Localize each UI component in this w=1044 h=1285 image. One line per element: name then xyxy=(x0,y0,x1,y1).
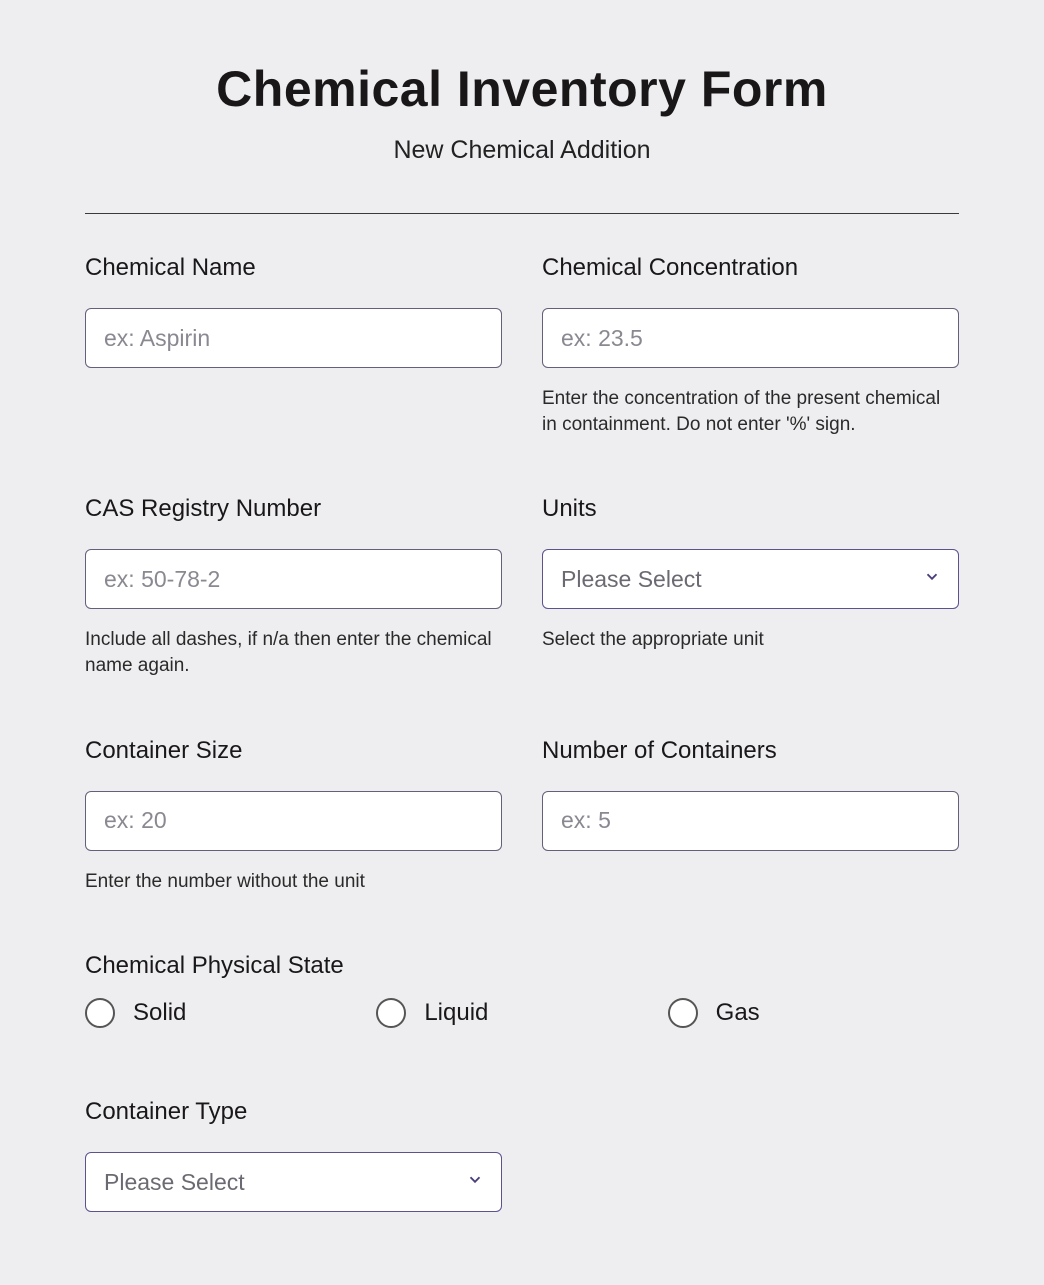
radio-item-liquid[interactable]: Liquid xyxy=(376,998,667,1028)
container-type-select-wrap: Please Select xyxy=(85,1152,502,1212)
field-container-type: Container Type Please Select xyxy=(85,1098,502,1212)
row-name-concentration: Chemical Name Chemical Concentration Ent… xyxy=(85,254,959,437)
radio-icon xyxy=(85,998,115,1028)
concentration-input[interactable] xyxy=(542,308,959,368)
cas-input[interactable] xyxy=(85,549,502,609)
page-subtitle: New Chemical Addition xyxy=(85,136,959,165)
field-units: Units Please Select Select the appropria… xyxy=(542,495,959,678)
form-area: Chemical Name Chemical Concentration Ent… xyxy=(85,254,959,1212)
radio-label-solid: Solid xyxy=(133,999,186,1027)
row-physical-state: Chemical Physical State Solid Liquid Gas xyxy=(85,952,959,1028)
field-cas: CAS Registry Number Include all dashes, … xyxy=(85,495,502,678)
units-select[interactable]: Please Select xyxy=(542,549,959,609)
page-title: Chemical Inventory Form xyxy=(85,60,959,118)
chemical-name-input[interactable] xyxy=(85,308,502,368)
help-units: Select the appropriate unit xyxy=(542,627,959,653)
help-container-size: Enter the number without the unit xyxy=(85,869,502,895)
label-container-type: Container Type xyxy=(85,1098,502,1126)
container-size-input[interactable] xyxy=(85,791,502,851)
units-select-wrap: Please Select xyxy=(542,549,959,609)
radio-label-gas: Gas xyxy=(716,999,760,1027)
field-concentration: Chemical Concentration Enter the concent… xyxy=(542,254,959,437)
row-cas-units: CAS Registry Number Include all dashes, … xyxy=(85,495,959,678)
radio-icon xyxy=(376,998,406,1028)
label-physical-state: Chemical Physical State xyxy=(85,952,959,980)
num-containers-input[interactable] xyxy=(542,791,959,851)
radio-item-gas[interactable]: Gas xyxy=(668,998,959,1028)
radio-item-solid[interactable]: Solid xyxy=(85,998,376,1028)
divider xyxy=(85,213,959,214)
field-chemical-name: Chemical Name xyxy=(85,254,502,437)
label-cas: CAS Registry Number xyxy=(85,495,502,523)
radio-icon xyxy=(668,998,698,1028)
row-container-type: Container Type Please Select xyxy=(85,1098,959,1212)
label-concentration: Chemical Concentration xyxy=(542,254,959,282)
header: Chemical Inventory Form New Chemical Add… xyxy=(85,60,959,165)
label-num-containers: Number of Containers xyxy=(542,737,959,765)
container-type-select[interactable]: Please Select xyxy=(85,1152,502,1212)
field-container-size: Container Size Enter the number without … xyxy=(85,737,502,895)
empty-col xyxy=(542,1098,959,1212)
field-num-containers: Number of Containers xyxy=(542,737,959,895)
physical-state-radio-group: Solid Liquid Gas xyxy=(85,998,959,1028)
help-concentration: Enter the concentration of the present c… xyxy=(542,386,959,437)
help-cas: Include all dashes, if n/a then enter th… xyxy=(85,627,502,678)
form-page: Chemical Inventory Form New Chemical Add… xyxy=(0,0,1044,1285)
radio-label-liquid: Liquid xyxy=(424,999,488,1027)
label-units: Units xyxy=(542,495,959,523)
row-size-num: Container Size Enter the number without … xyxy=(85,737,959,895)
label-chemical-name: Chemical Name xyxy=(85,254,502,282)
label-container-size: Container Size xyxy=(85,737,502,765)
